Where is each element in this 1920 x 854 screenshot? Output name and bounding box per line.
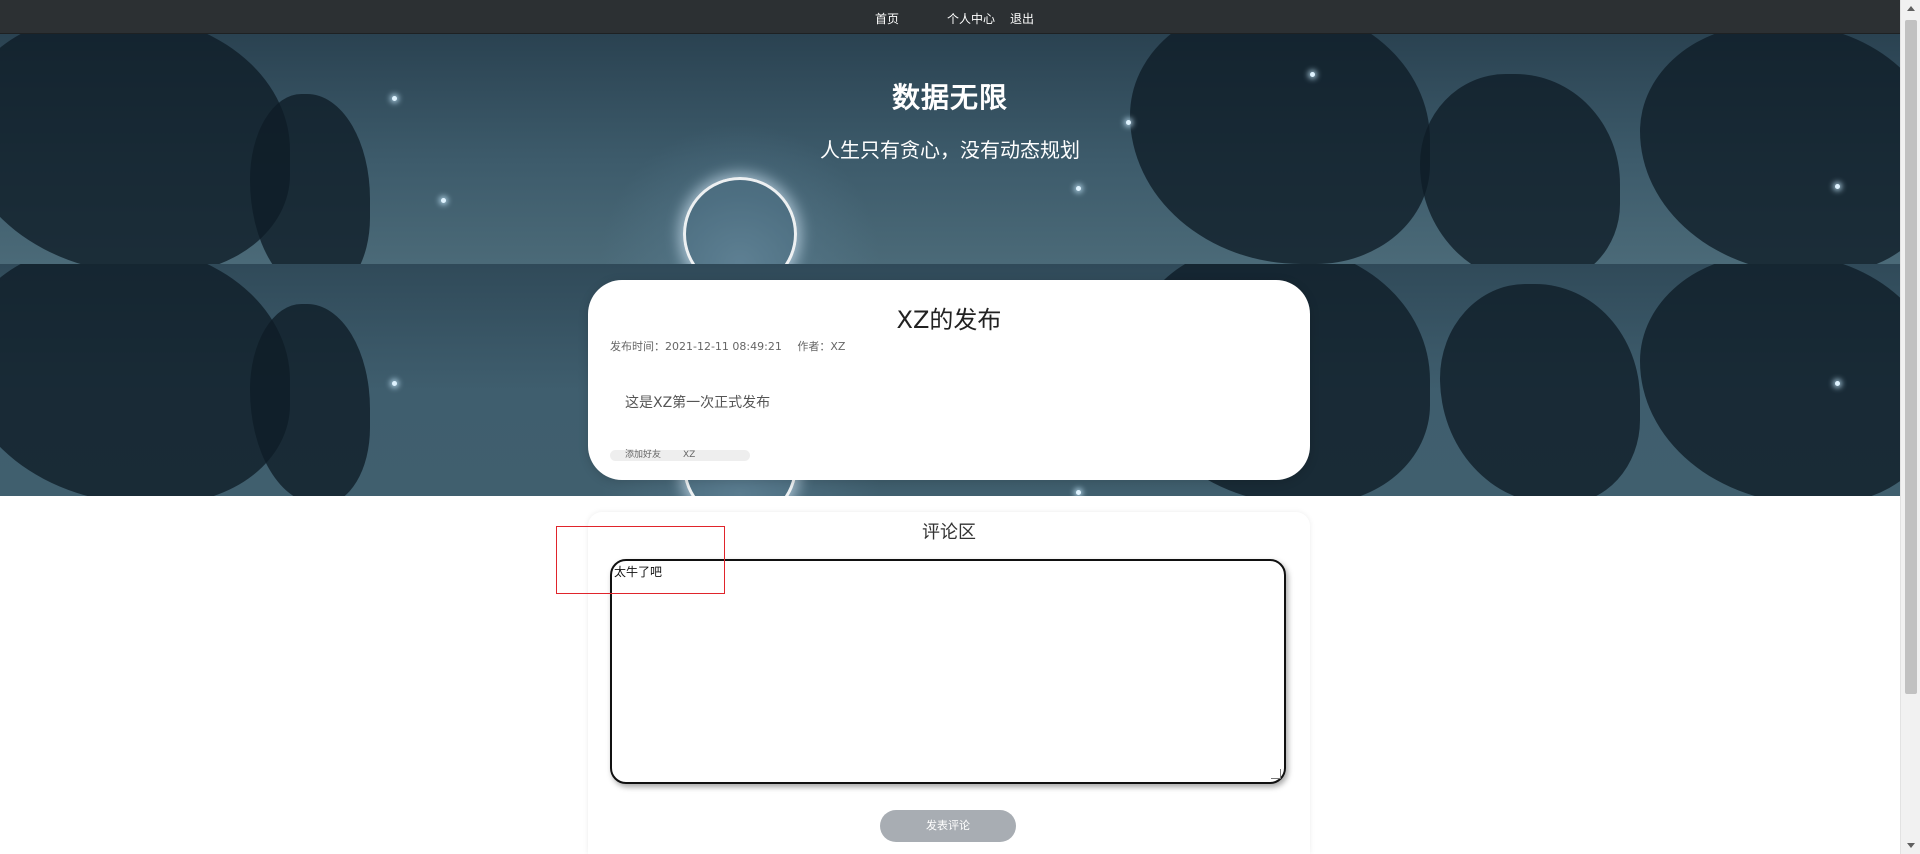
post-title: XZ的发布 <box>896 306 1002 334</box>
resize-handle-icon[interactable] <box>1271 769 1281 779</box>
post-meta: 发布时间：2021-12-11 08:49:21 作者：XZ <box>610 338 857 354</box>
comment-section: 评论区 太牛了吧 发表评论 <box>588 512 1310 854</box>
top-navbar: 首页 个人中心 退出 <box>0 0 1900 34</box>
comment-section-title: 评论区 <box>922 522 976 543</box>
hero-subtitle: 人生只有贪心，没有动态规划 <box>820 138 1080 162</box>
comment-input[interactable]: 太牛了吧 <box>610 559 1286 784</box>
scroll-down-arrow-icon[interactable] <box>1907 843 1915 848</box>
submit-comment-button[interactable]: 发表评论 <box>880 810 1016 842</box>
post-time: 发布时间：2021-12-11 08:49:21 <box>610 340 782 353</box>
add-friend-button[interactable]: 添加好友 <box>625 450 661 461</box>
post-body: 这是XZ第一次正式发布 <box>625 395 771 411</box>
nav-home-link[interactable]: 首页 <box>875 10 899 27</box>
scroll-thumb[interactable] <box>1905 20 1917 694</box>
scroll-up-arrow-icon[interactable] <box>1907 6 1915 11</box>
comment-input-text: 太牛了吧 <box>614 565 663 579</box>
page: 数据无限 人生只有贪心，没有动态规划 首页 个人中心 退出 XZ的发布 发布时间… <box>0 0 1900 854</box>
nav-profile-link[interactable]: 个人中心 <box>947 10 995 27</box>
hero-title: 数据无限 <box>891 81 1008 114</box>
post-author: 作者：XZ <box>797 340 846 353</box>
friend-bar: 添加好友 XZ <box>610 450 750 461</box>
nav-logout-link[interactable]: 退出 <box>1010 10 1034 27</box>
friend-name: XZ <box>683 450 696 460</box>
post-card: XZ的发布 发布时间：2021-12-11 08:49:21 作者：XZ 这是X… <box>588 280 1310 480</box>
vertical-scrollbar[interactable] <box>1900 0 1920 854</box>
